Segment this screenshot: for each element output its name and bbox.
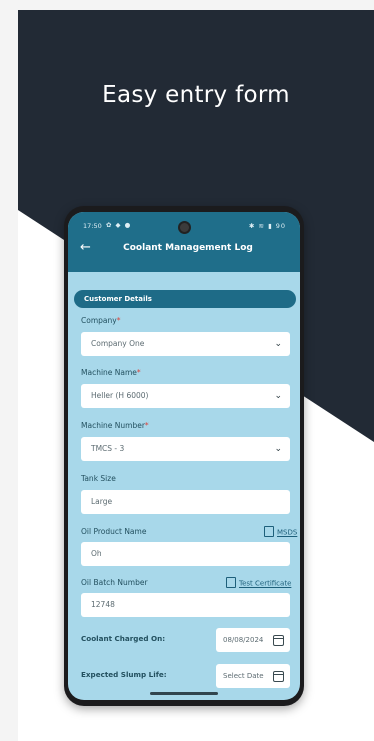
tank-size-label: Tank Size: [81, 474, 116, 483]
coolant-charged-on-value: 08/08/2024: [223, 636, 264, 644]
status-time: 17:50: [83, 222, 102, 230]
expected-sump-life-placeholder: Select Date: [223, 672, 264, 680]
company-select[interactable]: Company One ⌄: [81, 332, 290, 356]
test-certificate-link[interactable]: Test Certificate: [226, 577, 292, 589]
arrow-left-icon[interactable]: ←: [80, 241, 91, 254]
machine-number-label: Machine Number*: [81, 421, 149, 430]
oil-batch-number-value: 12748: [91, 600, 115, 609]
oil-product-name-label: Oil Product Name: [81, 527, 147, 536]
required-mark: *: [144, 421, 149, 430]
chevron-down-icon: ⌄: [274, 339, 282, 349]
chevron-down-icon: ⌄: [274, 444, 282, 454]
required-mark: *: [116, 316, 121, 325]
machine-name-label: Machine Name*: [81, 368, 141, 377]
required-mark: *: [136, 368, 141, 377]
machine-number-select[interactable]: TMCS - 3 ⌄: [81, 437, 290, 461]
tank-size-value: Large: [91, 497, 113, 506]
company-value: Company One: [91, 339, 145, 348]
calendar-icon: [273, 671, 284, 682]
machine-name-label-text: Machine Name: [81, 368, 137, 377]
oil-product-name-field[interactable]: Oh: [81, 542, 290, 566]
page-title: Coolant Management Log: [123, 243, 253, 253]
company-label-text: Company: [81, 316, 117, 325]
company-label: Company*: [81, 316, 120, 325]
machine-name-select[interactable]: Heller (H 6000) ⌄: [81, 384, 290, 408]
msds-link[interactable]: MSDS: [264, 526, 298, 538]
status-system-icons: ✱ ≋ ▮ 90: [249, 222, 286, 230]
msds-link-text: MSDS: [277, 528, 298, 537]
coolant-charged-on-date-field[interactable]: 08/08/2024: [216, 628, 290, 652]
machine-number-value: TMCS - 3: [91, 444, 125, 453]
status-notification-icons: ✿ ◆ ●: [106, 221, 132, 229]
machine-name-value: Heller (H 6000): [91, 391, 149, 400]
front-camera-icon: [178, 221, 191, 234]
pdf-document-icon: [264, 526, 274, 537]
phone-screen: 17:50 ✿ ◆ ● ✱ ≋ ▮ 90 ← Coolant Managemen…: [68, 212, 300, 700]
machine-number-label-text: Machine Number: [81, 421, 145, 430]
expected-sump-life-label: Expected Slump Life:: [81, 670, 167, 679]
oil-product-name-value: Oh: [91, 549, 102, 558]
oil-batch-number-label: Oil Batch Number: [81, 578, 148, 587]
tank-size-field[interactable]: Large: [81, 490, 290, 514]
oil-batch-number-field[interactable]: 12748: [81, 593, 290, 617]
calendar-icon: [273, 635, 284, 646]
expected-sump-life-date-field[interactable]: Select Date: [216, 664, 290, 688]
coolant-charged-on-label: Coolant Charged On:: [81, 634, 166, 643]
section-header-customer-details[interactable]: Customer Details: [74, 290, 296, 308]
chevron-down-icon: ⌄: [274, 391, 282, 401]
promo-headline: Easy entry form: [102, 82, 290, 108]
test-certificate-link-text: Test Certificate: [239, 579, 292, 588]
pdf-document-icon: [226, 577, 236, 588]
home-indicator[interactable]: [150, 692, 218, 695]
